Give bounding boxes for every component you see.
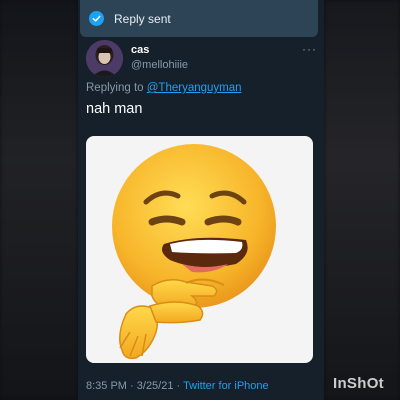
toast-message: Reply sent xyxy=(114,11,171,26)
meta-separator: · xyxy=(130,380,134,392)
ellipsis-icon[interactable]: ··· xyxy=(302,42,317,56)
author-handle[interactable]: @mellohiiie xyxy=(131,59,188,71)
check-circle-icon xyxy=(89,11,104,26)
mention-link[interactable]: @Theryanguyman xyxy=(147,82,242,94)
tweet-date: 3/25/21 xyxy=(136,380,174,392)
tweet-media-image[interactable] xyxy=(86,136,313,363)
tweet-metadata: 8:35 PM · 3/25/21 · Twitter for iPhone xyxy=(86,380,269,392)
blurred-background-left xyxy=(0,0,78,400)
author-name[interactable]: cas xyxy=(131,44,149,56)
meta-separator: · xyxy=(176,380,181,392)
replying-to-line: Replying to @Theryanguyman xyxy=(86,82,242,94)
blurred-background-right xyxy=(324,0,400,400)
tweet-text: nah man xyxy=(86,101,143,117)
reply-sent-toast[interactable]: Reply sent xyxy=(80,0,318,37)
tweet-time: 8:35 PM xyxy=(86,380,127,392)
tweet-source-link[interactable]: Twitter for iPhone xyxy=(183,380,269,392)
replying-prefix: Replying to xyxy=(86,82,144,94)
avatar[interactable] xyxy=(86,40,123,77)
face-with-hand-over-mouth-emoji xyxy=(112,144,276,360)
inshot-watermark: InShOt xyxy=(333,375,384,392)
